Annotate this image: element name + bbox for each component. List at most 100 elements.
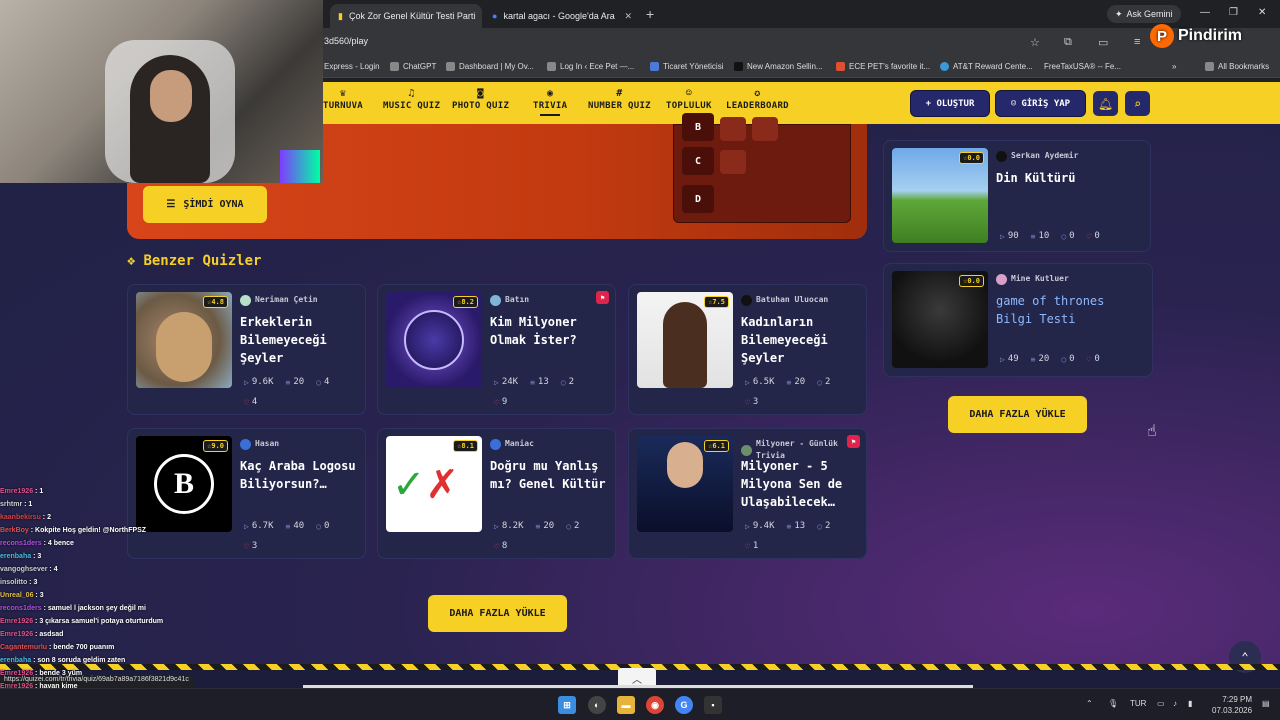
comments-stat: ○ 2 [817,521,830,531]
file-explorer-icon[interactable]: ▬ [617,696,635,714]
comment-icon: ○ [566,521,572,531]
answer-option-c[interactable]: C [682,147,714,175]
quiz-thumbnail: ☆0.0 [892,148,988,243]
nav-item-number-quiz[interactable]: # NUMBER QUIZ [588,88,651,111]
bookmark-label: Ticaret Yöneticisi [663,62,724,71]
plays-stat: ▷ 24K [494,377,518,387]
quiz-card[interactable]: ☆4.8 Neriman Çetin Erkeklerin Bilemeyece… [127,284,366,415]
play-icon: ▷ [1000,354,1005,364]
avatar [741,444,752,456]
comment-icon: ○ [1061,354,1067,364]
quiz-card[interactable]: ☆6.1 ⚑ Milyoner - Günlük Trivia Milyoner… [628,428,867,559]
quiz-card[interactable]: ☆8.2 ⚑ Batın Kim Milyoner Olmak İster? ▷… [377,284,616,415]
quiz-card[interactable]: ☆8.1 ✓✗ Maniac Doğru mu Yanlış mı? Genel… [377,428,616,559]
sidebar-quiz-card[interactable]: ☆0.0 Serkan Aydemir Din Kültürü ▷ 90 ≡ 10 … [883,140,1151,252]
maximize-button[interactable]: ❐ [1229,7,1238,18]
star-icon[interactable]: ☆ [1030,36,1040,49]
network-icon[interactable]: ▭ [1157,699,1165,708]
url-field[interactable]: 3d560/play [324,36,368,46]
play-now-button[interactable]: ☰ ŞİMDİ OYNA [143,186,267,223]
quiz-title[interactable]: Milyoner - 5 Milyona Sen de Ulaşabilecek… [741,457,859,511]
notification-bell-icon[interactable]: 🔔︎ [1092,90,1119,117]
bookmark-item[interactable]: Express - Login [324,62,380,71]
list-icon: ≡ [1030,354,1036,364]
chrome-icon[interactable]: ◉ [646,696,664,714]
quiz-title[interactable]: Kadınların Bilemeyeceği Şeyler [741,313,859,367]
menu-icon[interactable]: ≡ [1134,36,1140,48]
app-icon[interactable]: ◐ [588,696,606,714]
all-bookmarks-button[interactable]: All Bookmarks [1205,62,1269,71]
quiz-title[interactable]: Kim Milyoner Olmak İster? [490,313,608,349]
quiz-author: Batuhan Uluocan [741,294,861,306]
quiz-title[interactable]: Kaç Araba Logosu Biliyorsun?… [240,457,358,493]
rating-badge: ☆9.0 [203,440,228,452]
answer-option-d[interactable]: D [682,185,714,213]
sidebar-quiz-card[interactable]: ☆0.0 Mine Kutluer game of thrones Bilgi … [883,263,1153,377]
play-now-label: ŞİMDİ OYNA [183,199,244,210]
brand-name: Pindirim [1178,27,1243,44]
chat-user: Emre1926 [0,488,34,495]
quiz-stats: ▷ 6.7K ≡ 40 ○ 0 [244,521,329,531]
heart-icon: ♡ [1086,231,1092,241]
nav-item-topluluk[interactable]: ☺ TOPLULUK [666,88,712,111]
bookmark-item[interactable]: FreeTaxUSA® -- Fe... [1044,62,1121,71]
close-icon[interactable]: ✕ [481,11,482,22]
chat-text: Kokpite Hoş geldin! @NorthFPSZ [35,527,147,534]
nav-item-turnuva[interactable]: ♛ TURNUVA [323,88,363,111]
tab-quiz[interactable]: ▮ Çok Zor Genel Kültür Testi Parti ✕ [330,4,482,28]
notification-icon[interactable]: ▤ [1262,699,1270,708]
close-icon[interactable]: ✕ [624,11,632,22]
google-icon[interactable]: G [675,696,693,714]
window-close-button[interactable]: ✕ [1258,7,1266,18]
nav-item-leaderboard[interactable]: ✪ LEADERBOARD [726,88,789,111]
battery-icon[interactable]: ▮ [1188,699,1192,708]
sidebar-load-more-button[interactable]: DAHA FAZLA YÜKLE [948,396,1087,433]
chat-user: erenbaha [0,657,32,664]
create-button[interactable]: + OLUŞTUR [910,90,990,117]
questions-stat: ≡ 13 [787,521,806,531]
site-navbar: ♛ TURNUVA ♫ MUSIC QUIZ ◙ PHOTO QUIZ ◉ TRIVIA… [323,82,1280,124]
load-more-button[interactable]: DAHA FAZLA YÜKLE [428,595,567,632]
mic-icon[interactable]: 🎙︎ [1108,699,1118,708]
clock[interactable]: 7:29 PM 07.03.2026 [1212,694,1252,716]
tray-chevron-icon[interactable]: ⌃ [1086,699,1093,708]
minimize-button[interactable]: — [1200,7,1210,18]
quiz-title[interactable]: game of thrones Bilgi Testi [996,292,1114,328]
bookmarks-overflow-icon[interactable]: » [1172,62,1176,71]
nav-item-photo-quiz[interactable]: ◙ PHOTO QUIZ [452,88,509,111]
comments-stat: ○ 0 [316,521,329,531]
quiz-title[interactable]: Doğru mu Yanlış mı? Genel Kültür [490,457,608,493]
quiz-card[interactable]: ☆7.5 Batuhan Uluocan Kadınların Bilemeye… [628,284,867,415]
bookmark-item[interactable]: AT&T Reward Cente... [940,62,1033,71]
avatar [741,294,752,306]
new-tab-button[interactable]: + [646,6,654,22]
login-button[interactable]: ☺ GİRİŞ YAP [995,90,1086,117]
language-indicator[interactable]: TUR [1130,699,1146,708]
windows-start-icon[interactable]: ⊞ [558,696,576,714]
answer-option-b[interactable]: B [682,113,714,141]
bookmark-item[interactable]: Log In ‹ Ece Pet —... [547,62,634,71]
bookmark-label: FreeTaxUSA® -- Fe... [1044,62,1122,71]
app-icon[interactable]: ▪ [704,696,722,714]
bookmark-item[interactable]: ECE PET's favorite it... [836,62,930,71]
extensions-icon[interactable]: ⧉ [1064,36,1072,49]
rgb-light [280,150,320,183]
bookmark-item[interactable]: Dashboard | My Ov... [446,62,534,71]
chat-text: bende 3 yüm [39,670,83,677]
tab-title: Çok Zor Genel Kültür Testi Parti [348,11,476,21]
tab-google[interactable]: ● kartal agacı - Google'da Ara ✕ [484,4,640,28]
bookmark-item[interactable]: ChatGPT [390,62,436,71]
sidepanel-icon[interactable]: ▭ [1098,36,1108,49]
trivia-icon: ◉ [546,88,554,99]
nav-item-music-quiz[interactable]: ♫ MUSIC QUIZ [383,88,440,111]
quiz-title[interactable]: Din Kültürü [996,169,1114,187]
ask-gemini-button[interactable]: ✦ Ask Gemini [1107,5,1181,23]
bookmark-item[interactable]: New Amazon Sellin... [734,62,823,71]
cubes-icon: ❖ [127,253,136,269]
quiz-title[interactable]: Erkeklerin Bilemeyeceği Şeyler [240,313,358,367]
bookmark-item[interactable]: Ticaret Yöneticisi [650,62,723,71]
search-icon[interactable]: ⌕ [1124,90,1151,117]
nav-item-trivia[interactable]: ◉ TRIVIA [533,88,567,116]
volume-icon[interactable]: ♪ [1173,699,1177,708]
bookmark-label: Dashboard | My Ov... [459,62,534,71]
